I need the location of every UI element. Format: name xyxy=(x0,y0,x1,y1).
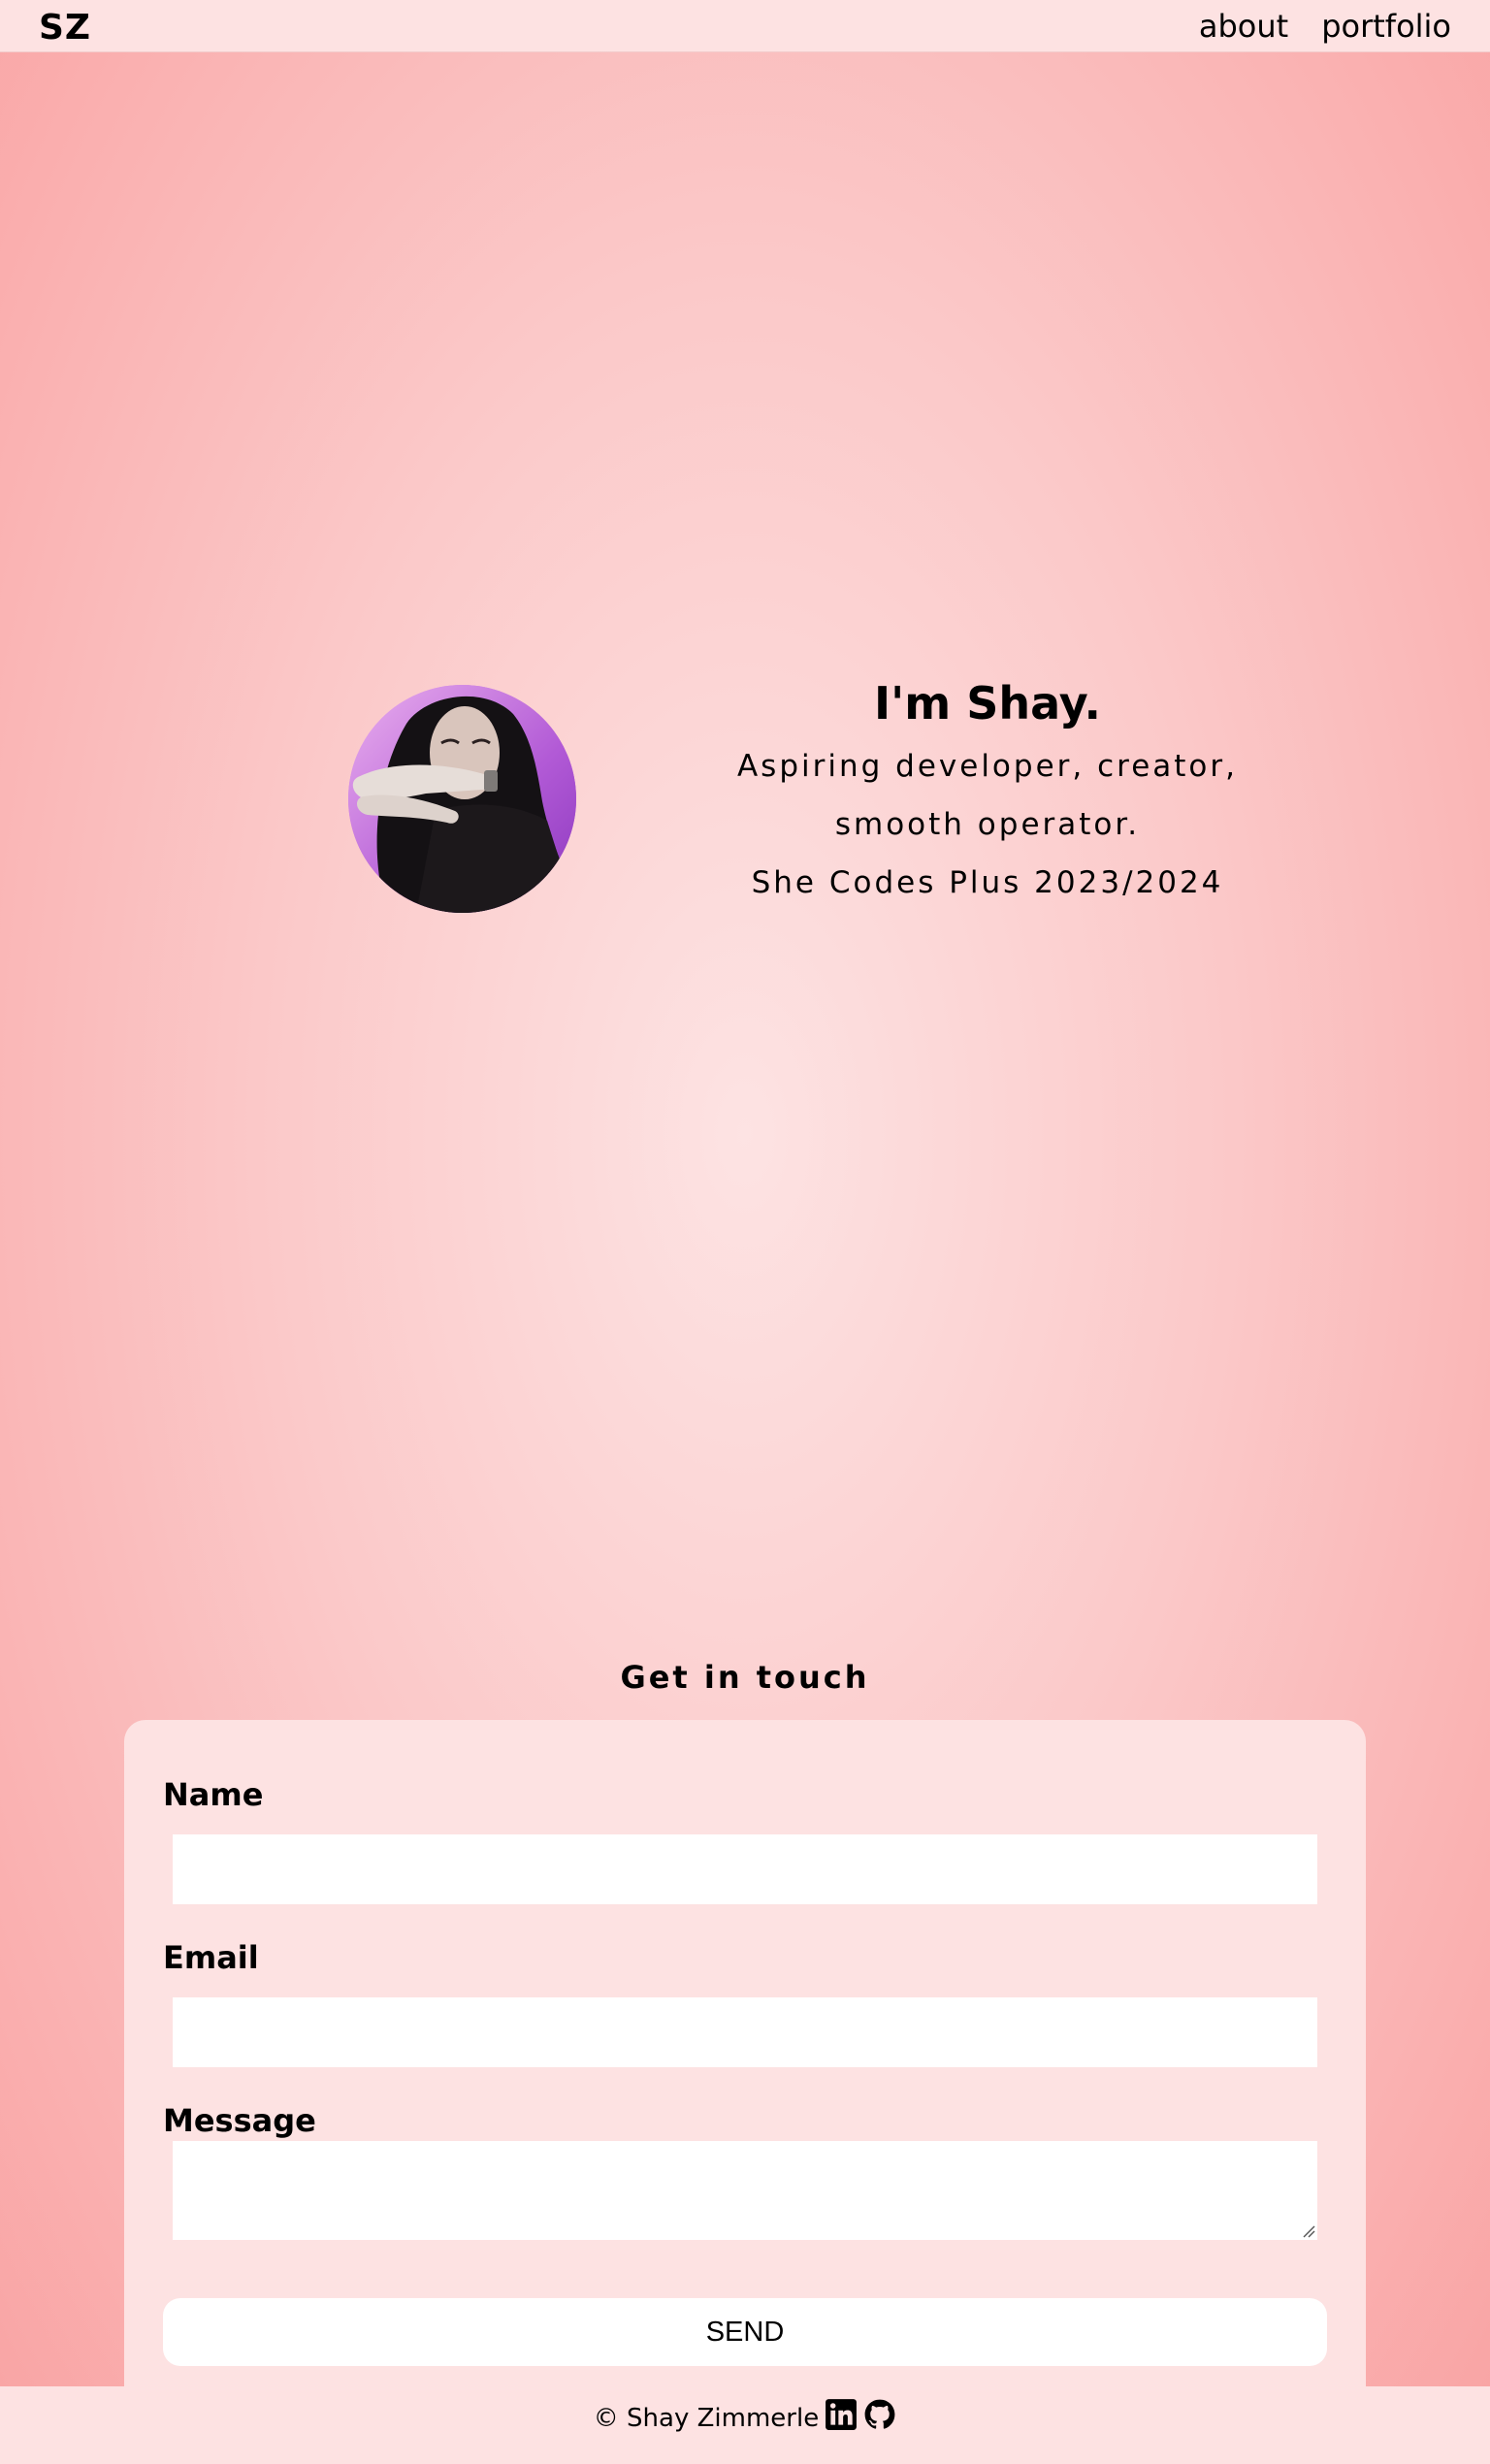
avatar xyxy=(348,685,576,913)
intro-line: Aspiring developer, creator, xyxy=(736,749,1239,784)
intro-line: smooth operator. xyxy=(834,807,1141,842)
intro-line: She Codes Plus 2023/2024 xyxy=(751,865,1224,900)
nav-link-about[interactable]: about xyxy=(1199,8,1288,45)
brand-logo[interactable]: SZ xyxy=(39,8,91,48)
footer-copyright: © Shay Zimmerle xyxy=(593,2404,820,2433)
resize-handle-icon[interactable] xyxy=(1302,2224,1315,2238)
nav-links: about portfolio xyxy=(1199,8,1451,45)
linkedin-icon[interactable] xyxy=(825,2398,858,2431)
footer: © Shay Zimmerle xyxy=(0,2386,1490,2464)
intro-heading: I'm Shay. xyxy=(874,677,1101,729)
contact-title: Get in touch xyxy=(620,1659,870,1696)
intro-section: I'm Shay. Aspiring developer, creator, s… xyxy=(716,669,1259,912)
email-label: Email xyxy=(163,1939,259,1976)
name-field[interactable] xyxy=(173,1834,1317,1904)
github-icon[interactable] xyxy=(863,2398,896,2431)
profile-photo xyxy=(348,685,576,913)
email-field[interactable] xyxy=(173,1997,1317,2067)
contact-form: Name Email Message SEND xyxy=(124,1720,1366,2386)
send-button[interactable]: SEND xyxy=(163,2298,1327,2366)
message-field[interactable] xyxy=(173,2141,1317,2240)
nav-link-portfolio[interactable]: portfolio xyxy=(1321,8,1451,45)
navbar: SZ about portfolio xyxy=(0,0,1490,52)
message-label: Message xyxy=(163,2102,316,2139)
name-label: Name xyxy=(163,1776,264,1813)
